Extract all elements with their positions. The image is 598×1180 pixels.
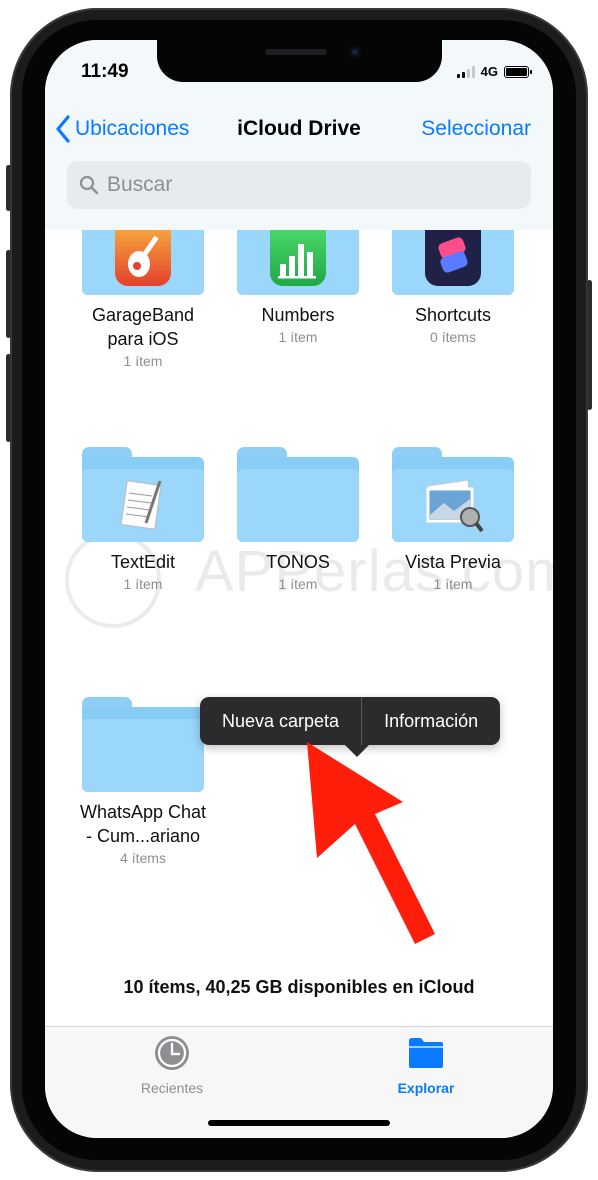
tab-label: Recientes — [140, 1080, 204, 1096]
item-count: 1 ítem — [123, 576, 163, 592]
folder-icon — [237, 447, 359, 542]
front-camera — [349, 46, 361, 58]
signal-strength-icon — [456, 65, 475, 78]
item-name: TextEdit — [110, 552, 176, 572]
screen: 11:49 4G Ubicaciones iCloud Drive Selecc… — [45, 40, 553, 1138]
folder-icon — [392, 230, 514, 295]
volume-down-button — [6, 354, 11, 442]
folder-item-shortcuts[interactable]: Shortcuts 0 ítems — [378, 230, 528, 347]
earpiece-speaker — [265, 49, 327, 55]
folder-item-tonos[interactable]: TONOS 1 ítem — [223, 447, 373, 594]
chevron-left-icon — [56, 115, 70, 143]
back-button[interactable]: Ubicaciones — [55, 115, 189, 143]
back-label: Ubicaciones — [75, 117, 190, 140]
folder-icon — [82, 697, 204, 792]
item-count: 1 ítem — [123, 353, 163, 369]
folder-icon — [237, 230, 359, 295]
notch — [157, 40, 442, 82]
item-name: Shortcuts — [414, 305, 492, 325]
item-name: TONOS — [266, 552, 330, 572]
annotation-arrow-icon — [307, 742, 435, 944]
tab-recientes[interactable]: Recientes — [92, 1035, 252, 1096]
item-count: 0 ítems — [430, 329, 476, 345]
network-type: 4G — [480, 64, 498, 79]
clock-icon — [155, 1036, 189, 1070]
folder-icon — [82, 447, 204, 542]
folder-icon — [409, 1038, 443, 1068]
status-time: 11:49 — [81, 61, 129, 82]
item-name: WhatsApp Chat - Cum...ariano — [79, 802, 207, 846]
battery-icon — [504, 65, 532, 78]
textedit-icon — [120, 480, 162, 530]
page-title: iCloud Drive — [237, 117, 361, 140]
garageband-icon — [115, 230, 171, 286]
storage-info: 10 ítems, 40,25 GB disponibles en iCloud — [123, 977, 475, 997]
search-input[interactable] — [105, 172, 489, 198]
search-bar[interactable] — [67, 161, 531, 209]
numbers-icon — [270, 230, 326, 286]
volume-up-button — [6, 250, 11, 338]
item-count: 1 ítem — [433, 576, 473, 592]
info-option[interactable]: Información — [362, 697, 500, 745]
status-indicators: 4G — [456, 64, 532, 79]
power-button — [587, 280, 592, 410]
folder-item-whatsapp-chat[interactable]: WhatsApp Chat - Cum...ariano 4 ítems — [68, 697, 218, 868]
item-name: Numbers — [261, 305, 335, 325]
home-indicator[interactable] — [208, 1120, 390, 1126]
item-count: 1 ítem — [278, 576, 318, 592]
new-folder-option[interactable]: Nueva carpeta — [200, 697, 361, 745]
item-count: 1 ítem — [278, 329, 318, 345]
folder-item-numbers[interactable]: Numbers 1 ítem — [223, 230, 373, 347]
select-button[interactable]: Seleccionar — [421, 117, 531, 141]
folder-item-garageband[interactable]: GarageBand para iOS 1 ítem — [68, 230, 218, 371]
search-icon — [79, 175, 99, 195]
context-menu: Nueva carpeta Información — [200, 697, 501, 745]
shortcuts-icon — [425, 230, 481, 286]
mute-switch — [6, 165, 11, 211]
folder-icon — [392, 447, 514, 542]
folder-item-vista-previa[interactable]: Vista Previa 1 ítem — [378, 447, 528, 594]
item-name: GarageBand para iOS — [91, 305, 195, 349]
tab-label: Explorar — [397, 1080, 455, 1096]
item-name: Vista Previa — [405, 552, 501, 572]
folder-icon — [82, 230, 204, 295]
preview-icon — [426, 479, 484, 533]
folder-item-textedit[interactable]: TextEdit 1 ítem — [68, 447, 218, 594]
item-count: 4 ítems — [120, 850, 166, 866]
tab-explorar[interactable]: Explorar — [346, 1035, 506, 1096]
